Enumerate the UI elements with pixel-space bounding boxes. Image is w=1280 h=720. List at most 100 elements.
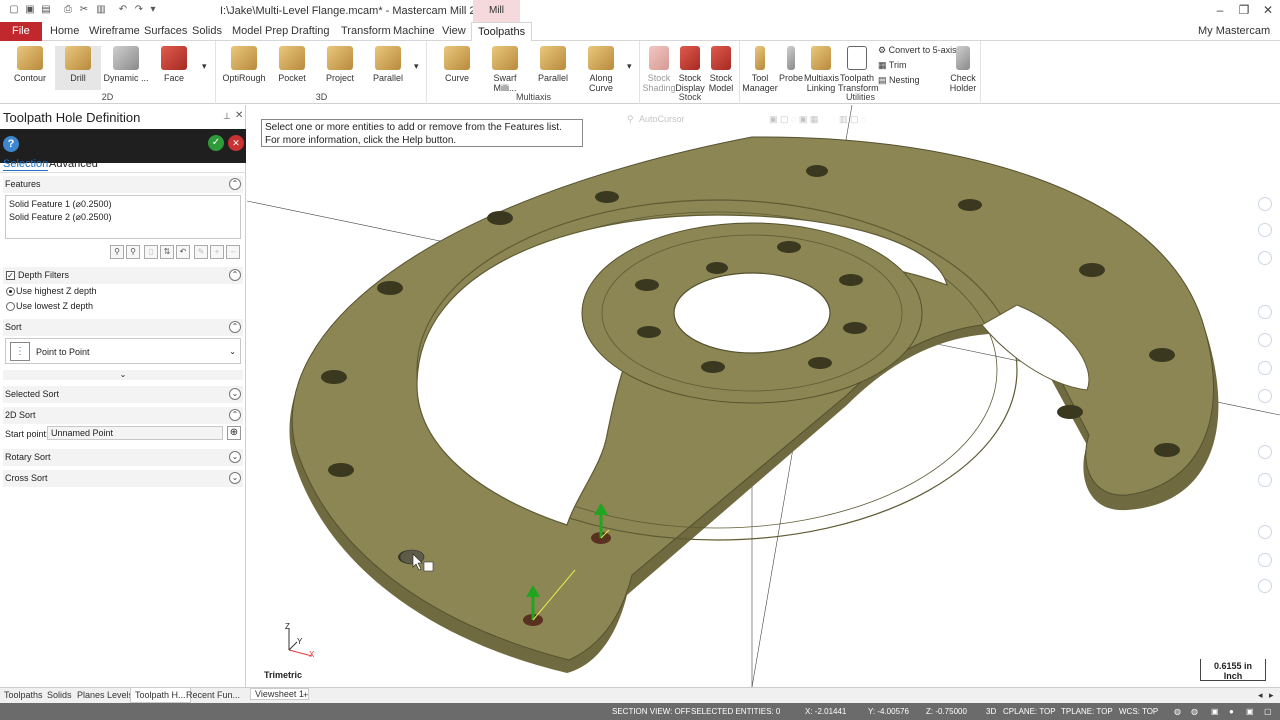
flange-model[interactable]: [247, 105, 1280, 687]
solid-cube-icon[interactable]: ▣: [1246, 707, 1254, 716]
reverse-icon[interactable]: ↶: [176, 245, 190, 259]
collapse-icon[interactable]: ⌃: [229, 269, 241, 281]
globe-icon[interactable]: ◍: [1174, 707, 1181, 716]
crosshair-icon[interactable]: ⊕: [227, 426, 241, 440]
filter-icon[interactable]: ▯: [144, 245, 158, 259]
trim-button[interactable]: ▦ Trim: [878, 60, 907, 71]
select-icon[interactable]: ⚲: [110, 245, 124, 259]
depth-filters-header[interactable]: ✓ Depth Filters ⌃: [3, 267, 243, 284]
pocket-button[interactable]: Pocket: [269, 46, 315, 90]
new-file-icon[interactable]: ▢: [8, 4, 20, 16]
tab-view[interactable]: View: [436, 22, 472, 41]
section-view-status[interactable]: SECTION VIEW: OFF: [612, 707, 691, 716]
shading-icon[interactable]: [1258, 361, 1272, 375]
tab-machine[interactable]: Machine: [387, 22, 441, 41]
levels-icon[interactable]: [1258, 473, 1272, 487]
optirough-button[interactable]: OptiRough: [221, 46, 267, 90]
view-cube-icon[interactable]: [1258, 333, 1272, 347]
face-button[interactable]: Face: [151, 46, 197, 90]
autocursor-icon[interactable]: ⚲: [627, 114, 634, 125]
tab-toolpaths-manager[interactable]: Toolpaths: [4, 690, 43, 700]
scroll-right-icon[interactable]: ▸: [1269, 690, 1274, 701]
customize-icon[interactable]: ▾: [147, 4, 159, 16]
tab-advanced[interactable]: Advanced: [49, 158, 98, 170]
tab-solids[interactable]: Solids: [186, 22, 228, 41]
add-viewsheet-icon[interactable]: +: [303, 690, 308, 700]
sort-2d-header[interactable]: 2D Sort ⌃: [3, 407, 243, 424]
wcs-status[interactable]: WCS: TOP: [1119, 707, 1158, 716]
remove-icon[interactable]: –: [226, 245, 240, 259]
tab-planes-manager[interactable]: Planes: [77, 690, 105, 700]
stock-display-button[interactable]: Stock Display: [674, 46, 706, 93]
sort-header[interactable]: Sort ⌃: [3, 319, 243, 336]
undo-icon[interactable]: ↶: [117, 4, 129, 16]
curve-button[interactable]: Curve: [434, 46, 480, 90]
sort-method-select[interactable]: ⋮ Point to Point ⌄: [5, 338, 241, 364]
tab-home[interactable]: Home: [44, 22, 85, 41]
expand-icon[interactable]: ⌄: [229, 472, 241, 484]
rotate-icon[interactable]: [1258, 251, 1272, 265]
stock-shading-button[interactable]: Stock Shading: [641, 46, 677, 93]
collapse-icon[interactable]: ⌃: [229, 178, 241, 190]
selected-sort-header[interactable]: Selected Sort ⌄: [3, 386, 243, 403]
restore-icon[interactable]: ❐: [1234, 3, 1254, 17]
cancel-icon[interactable]: ✕: [228, 135, 244, 151]
toggle-icon[interactable]: ●: [1229, 707, 1234, 716]
pin-icon[interactable]: ⊥: [223, 111, 231, 122]
scroll-left-icon[interactable]: ◂: [1258, 690, 1263, 701]
shaded-globe-icon[interactable]: ◍: [1191, 707, 1198, 716]
project-button[interactable]: Project: [317, 46, 363, 90]
toolpath-transform-button[interactable]: Toolpath Transform: [838, 46, 879, 93]
tplane-status[interactable]: TPLANE: TOP: [1061, 707, 1113, 716]
lowest-z-radio[interactable]: [6, 302, 15, 311]
tab-toolpath-hole[interactable]: Toolpath H...: [130, 688, 191, 703]
depth-filters-checkbox[interactable]: ✓: [6, 271, 15, 280]
print-icon[interactable]: ⎙: [62, 4, 74, 16]
cut-icon[interactable]: ✂: [78, 4, 90, 16]
redo-icon[interactable]: ↷: [133, 4, 145, 16]
multiaxis-linking-button[interactable]: Multiaxis Linking: [804, 46, 839, 93]
drill-button[interactable]: Drill: [55, 46, 101, 90]
stock-model-button[interactable]: Stock Model: [704, 46, 738, 93]
list-item[interactable]: Solid Feature 1 (⌀0.2500): [9, 198, 237, 211]
tool-manager-button[interactable]: Tool Manager: [741, 46, 779, 93]
swarf-milling-button[interactable]: Swarf Milli...: [482, 46, 528, 93]
pan-icon[interactable]: [1258, 223, 1272, 237]
mode-status[interactable]: 3D: [986, 707, 996, 716]
tab-file[interactable]: File: [0, 22, 42, 41]
convert-5-axis-button[interactable]: ⚙ Convert to 5-axis: [878, 45, 957, 56]
sort-icon[interactable]: ⇅: [160, 245, 174, 259]
tab-solids-manager[interactable]: Solids: [47, 690, 72, 700]
autocursor-label[interactable]: AutoCursor: [639, 114, 685, 124]
transparency-icon[interactable]: ▢: [1264, 707, 1272, 716]
selected-entities-status[interactable]: SELECTED ENTITIES: 0: [691, 707, 780, 716]
panel-close-icon[interactable]: ✕: [235, 110, 243, 121]
along-curve-button[interactable]: Along Curve: [578, 46, 624, 93]
fit-icon[interactable]: [1258, 305, 1272, 319]
parallel-multiaxis-button[interactable]: Parallel: [530, 46, 576, 90]
save-icon[interactable]: ▣: [24, 4, 36, 16]
highest-z-radio[interactable]: [6, 287, 15, 296]
expand-sort-icon[interactable]: ⌄: [3, 370, 243, 380]
contour-button[interactable]: Contour: [7, 46, 53, 90]
edit-icon[interactable]: ✎: [194, 245, 208, 259]
verify-icon[interactable]: ▥ ▢ ◌: [839, 114, 866, 125]
list-item[interactable]: Solid Feature 2 (⌀0.2500): [9, 211, 237, 224]
ok-icon[interactable]: ✓: [208, 135, 224, 151]
tab-viewsheet[interactable]: Viewsheet 1: [250, 688, 309, 700]
wireframe-icon[interactable]: [1258, 389, 1272, 403]
cube-icon[interactable]: ▣: [1211, 707, 1219, 716]
analyze-icon[interactable]: [1258, 525, 1272, 539]
minimize-icon[interactable]: –: [1210, 3, 1230, 17]
tab-toolpaths[interactable]: Toolpaths: [471, 22, 533, 41]
paste-icon[interactable]: ▥: [95, 4, 107, 16]
reselect-icon[interactable]: ⚲: [126, 245, 140, 259]
collapse-icon[interactable]: ⌃: [229, 321, 241, 333]
expand-icon[interactable]: ⌄: [229, 388, 241, 400]
collapse-ribbon-icon[interactable]: ⌃: [1264, 26, 1272, 37]
tab-recent-functions[interactable]: Recent Fun...: [186, 690, 240, 700]
start-point-field[interactable]: Unnamed Point: [47, 426, 223, 440]
check-holder-button[interactable]: Check Holder: [946, 46, 980, 93]
graphics-viewport[interactable]: Select one or more entities to add or re…: [247, 105, 1280, 687]
tab-selection[interactable]: Selection: [3, 158, 49, 171]
